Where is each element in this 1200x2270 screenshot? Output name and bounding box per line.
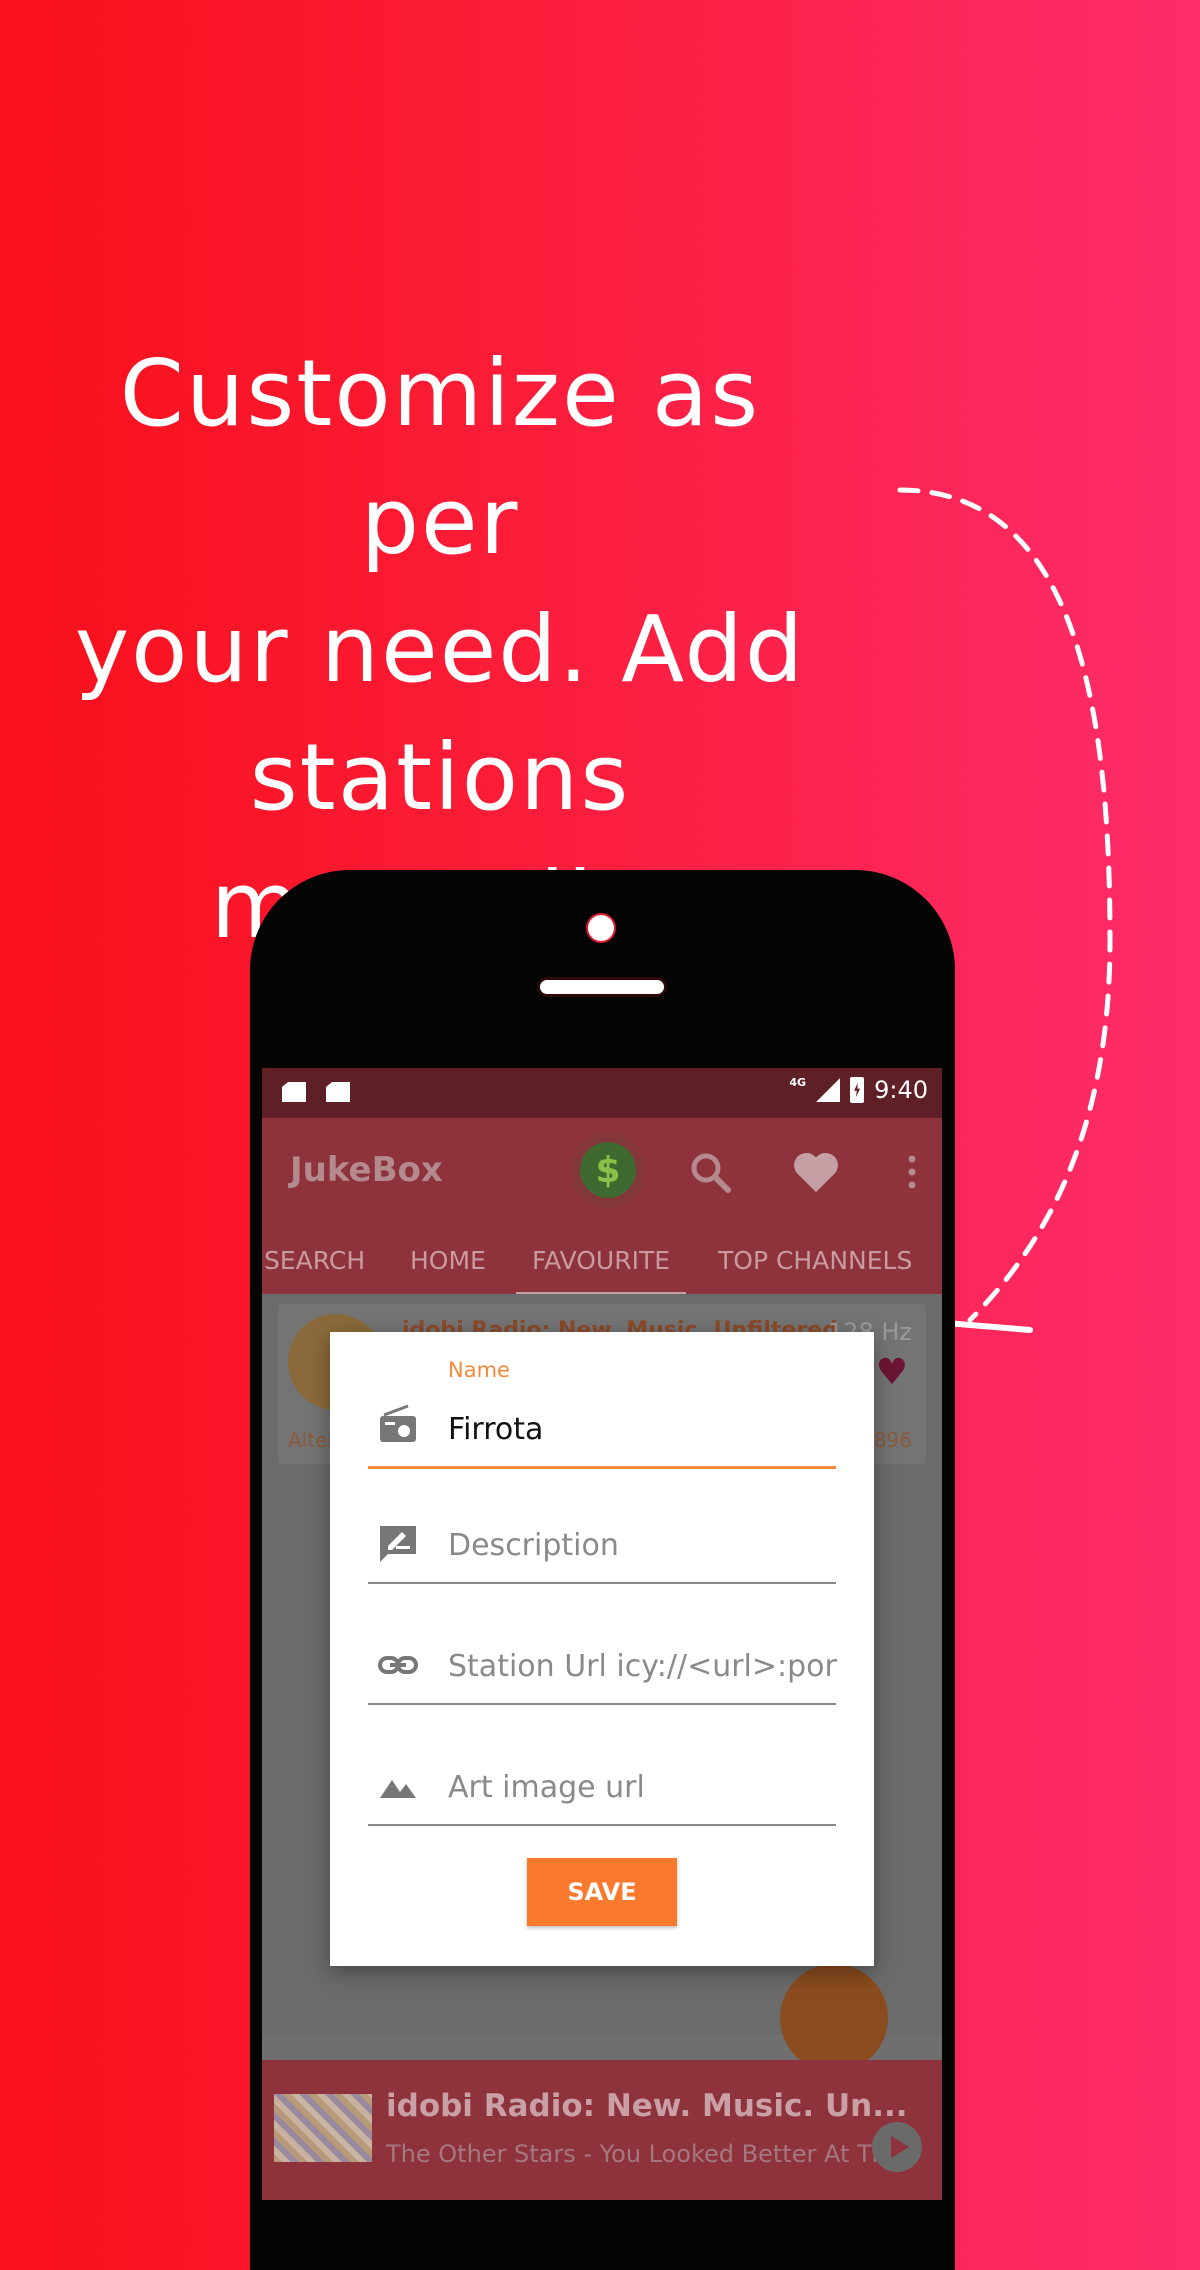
now-playing-subtitle: The Other Stars - You Looked Better At T…: [386, 2140, 906, 2168]
radio-icon: [380, 1404, 416, 1442]
art-url-input[interactable]: [448, 1770, 838, 1805]
dollar-icon[interactable]: $: [580, 1142, 636, 1198]
tab-home[interactable]: HOME: [410, 1246, 486, 1275]
camera-icon: [588, 915, 614, 941]
tab-search[interactable]: SEARCH: [264, 1246, 365, 1275]
station-url-field: [368, 1645, 838, 1705]
station-genre: Alter: [288, 1428, 336, 1452]
now-playing-art: [274, 2094, 372, 2162]
battery-charging-icon: [850, 1077, 865, 1103]
status-bar: 4G 9:40: [262, 1068, 942, 1118]
play-icon[interactable]: [872, 2122, 922, 2172]
name-label: Name: [448, 1358, 510, 1382]
name-input[interactable]: [448, 1412, 838, 1447]
add-station-dialog: Name SAVE: [330, 1332, 874, 1966]
now-playing-title: idobi Radio: New. Music. Un...: [386, 2088, 908, 2124]
search-icon[interactable]: [686, 1148, 734, 1196]
station-url-input[interactable]: [448, 1649, 838, 1684]
comment-edit-icon: [380, 1526, 416, 1562]
network-type: 4G: [789, 1075, 807, 1089]
tab-top-channels[interactable]: TOP CHANNELS: [718, 1246, 912, 1275]
headline-line-1: Customize as per: [119, 340, 761, 575]
description-input[interactable]: [448, 1528, 838, 1563]
tab-favourite[interactable]: FAVOURITE: [515, 1246, 687, 1296]
app-bar: JukeBox $: [262, 1118, 942, 1222]
signal-icon: [816, 1078, 841, 1102]
sd-card-icon: [326, 1082, 350, 1102]
more-vert-icon[interactable]: [888, 1148, 936, 1196]
heart-icon[interactable]: [792, 1148, 840, 1196]
name-field: Name: [368, 1358, 838, 1469]
favourite-heart-icon[interactable]: ♥: [876, 1352, 908, 1393]
save-button[interactable]: SAVE: [527, 1858, 677, 1926]
mini-player[interactable]: idobi Radio: New. Music. Un... The Other…: [262, 2060, 942, 2200]
notification-icon: [282, 1082, 306, 1102]
status-time: 9:40: [874, 1076, 928, 1104]
description-field: [368, 1524, 838, 1584]
link-icon: [378, 1656, 418, 1674]
speaker-grille: [540, 980, 664, 994]
landscape-icon: [380, 1780, 416, 1798]
art-url-field: [368, 1766, 838, 1826]
tab-bar: SEARCH HOME FAVOURITE TOP CHANNELS: [262, 1222, 942, 1296]
add-station-fab[interactable]: [780, 1964, 888, 2072]
app-title: JukeBox: [290, 1150, 443, 1190]
headline-line-2: your need. Add: [74, 596, 806, 703]
